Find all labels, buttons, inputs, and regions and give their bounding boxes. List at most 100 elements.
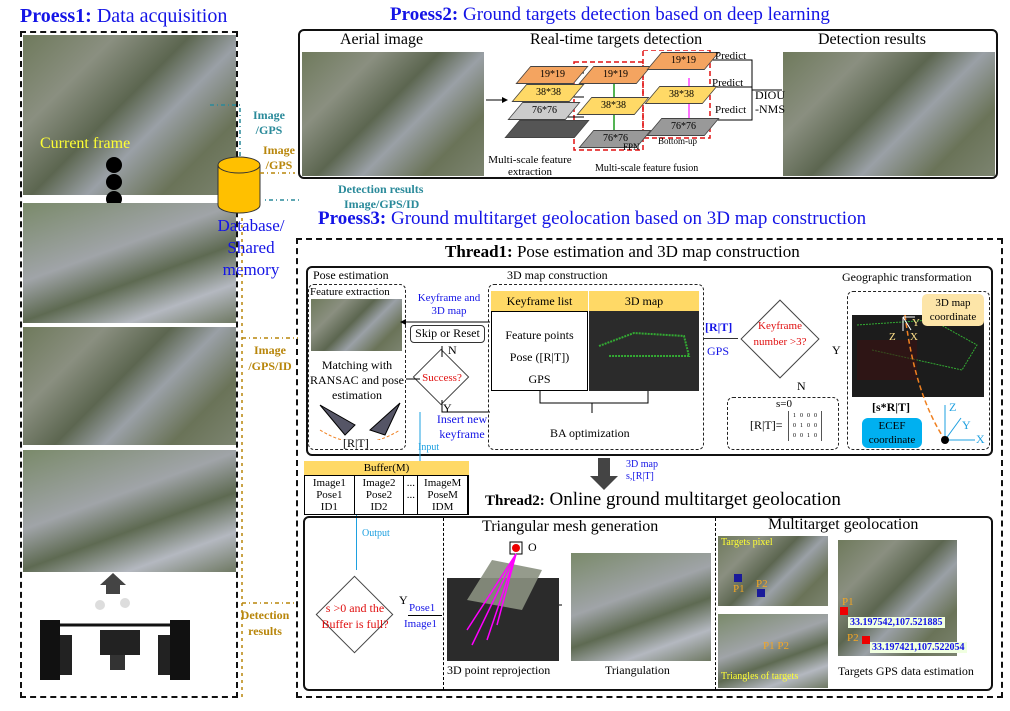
gps-estimation-label: Targets GPS data estimation: [838, 664, 974, 678]
matrix-cell: 1: [800, 423, 803, 429]
realtime-detection-label: Real-time targets detection: [530, 31, 703, 48]
predict-label: Predict: [715, 50, 747, 62]
fpn-label: FPN: [623, 142, 640, 152]
connector: [408, 615, 442, 616]
keyframe-list: Feature points Pose ([R|T]) GPS: [491, 311, 588, 391]
detection-results-image: [783, 52, 995, 176]
camera-center-label: O: [528, 540, 537, 554]
layer-label: 19*19: [539, 69, 565, 80]
frame-image: [23, 327, 236, 445]
matrix-cell: 1: [807, 433, 810, 439]
up-arrow-shaft: [106, 584, 120, 594]
process3-title-text: Ground multitarget geolocation based on …: [391, 208, 867, 229]
down-arrow-shaft: [598, 458, 610, 476]
edge-label-image-gps: Image /GPS: [253, 108, 285, 137]
matrix-cell: 0: [793, 423, 796, 429]
buffer-cell: IDM: [431, 501, 454, 513]
dot-icon: [106, 157, 122, 173]
multitarget-geolocation-label: Multitarget geolocation: [768, 516, 919, 533]
aerial-image: [302, 52, 484, 176]
buffer-column: ImageM PoseM IDM: [418, 476, 469, 514]
map-axis-z: Z: [889, 331, 896, 343]
process3-title: Proess3: Ground multitarget geolocation …: [318, 208, 866, 230]
matrix-cell: 0: [800, 433, 803, 439]
ba-optimization-label: BA optimization: [550, 426, 630, 440]
predict-label: Predict: [712, 77, 744, 89]
layer-label: 38*38: [600, 100, 626, 111]
buffer-table: Image1 Pose1 ID1 Image2 Pose2 ID2...... ImageM…: [304, 475, 469, 515]
buffer-cell: PoseM: [427, 489, 458, 501]
no-label: N: [797, 379, 806, 393]
layer-label: 19*19: [602, 69, 628, 80]
edge-label-detection-results: Detection results: [240, 608, 290, 638]
process2-label: Proess2:: [390, 4, 459, 25]
buffer-cell: ...: [406, 477, 415, 489]
buffer-column: Image2 Pose2 ID2: [355, 476, 405, 514]
buffer-cell: ImageM: [424, 477, 462, 489]
gps-p2-value: 33.197421,107.522054: [870, 642, 967, 653]
target-p2-marker: [757, 589, 765, 597]
feature-extraction-label: Feature extraction: [310, 286, 390, 298]
pose-estimation-label: Pose estimation: [313, 268, 389, 282]
rt-edge-label: [R|T]: [705, 320, 733, 334]
buffer-title: Buffer(M): [304, 461, 469, 475]
p1-label: P1: [733, 583, 745, 595]
matrix-row: 0100: [791, 421, 819, 431]
buffer-cell: ID1: [320, 501, 338, 513]
edge-label-detection-results: Detection results: [338, 182, 424, 196]
matrix-row: 1000: [791, 411, 819, 421]
diou-nms-label: DIOU -NMS: [755, 88, 786, 116]
p1-label: P1: [763, 640, 775, 652]
map-construction-label: 3D map construction: [507, 268, 608, 282]
matrix-cell: 0: [814, 423, 817, 429]
down-arrow-icon: [590, 476, 618, 490]
yes-label: Y: [832, 343, 841, 357]
layer-label: 76*76: [670, 121, 696, 132]
triangulation-image: [571, 553, 711, 661]
divider: [443, 518, 444, 690]
map-axis-x: X: [910, 331, 918, 343]
triangular-mesh-label: Triangular mesh generation: [482, 518, 659, 535]
connector: [704, 338, 738, 339]
buffer-column: Image1 Pose1 ID1: [305, 476, 355, 514]
matrix-cell: 0: [814, 433, 817, 439]
list-item: Pose ([R|T]): [509, 350, 570, 364]
keyframe-number-label: Keyframe number >3?: [753, 320, 807, 348]
edge-label-image-gps-id: Image /GPS/ID: [248, 343, 292, 373]
p2-label: P2: [777, 640, 789, 652]
targets-pixel-label: Targets pixel: [721, 537, 773, 548]
process1-label: Proess1:: [20, 5, 92, 27]
thread1-label: Thread1:: [445, 242, 513, 261]
process1-title: Proess1: Data acquisition: [20, 5, 227, 28]
reprojection-label: 3D point reprojection: [447, 663, 551, 677]
process3-label: Proess3:: [318, 208, 387, 229]
target-p2-marker: [862, 636, 870, 644]
thread1-title-text: Pose estimation and 3D map construction: [516, 242, 800, 261]
matrix-cell: 0: [807, 413, 810, 419]
target-p1-marker: [840, 607, 848, 615]
layer-label: 38*38: [668, 89, 694, 100]
thread2-title: Thread2: Online ground multitarget geolo…: [485, 489, 841, 511]
geographic-transformation-label: Geographic transformation: [842, 270, 972, 284]
target-p1-marker: [734, 574, 742, 582]
buffer-cell: Image2: [362, 477, 396, 489]
triangles-label: Triangles of targets: [721, 671, 799, 682]
list-item: Feature points: [505, 328, 574, 342]
multi-scale-extraction-label: Multi-scale feature extraction: [488, 154, 572, 178]
axis-y-label: Y: [962, 418, 971, 432]
yes-label: Y: [399, 593, 408, 607]
buffer-cell: ...: [406, 489, 415, 501]
bottom-up-label: Bottom-up: [658, 136, 698, 146]
detection-results-label: Detection results: [818, 31, 926, 48]
rt-label: [R|T]: [343, 436, 369, 450]
p1-label: P1: [842, 596, 854, 608]
matrix-cell: 0: [807, 423, 810, 429]
predict-label: Predict: [715, 104, 747, 116]
matrix-cell: 0: [793, 433, 796, 439]
thread2-title-text: Online ground multitarget geolocation: [549, 489, 841, 510]
list-item: GPS: [528, 372, 551, 386]
identity-matrix: 100001000010: [788, 411, 822, 441]
handoff-label: 3D map s,[R|T]: [626, 459, 658, 483]
frame-image: [23, 450, 236, 572]
thread2-label: Thread2:: [485, 493, 545, 509]
